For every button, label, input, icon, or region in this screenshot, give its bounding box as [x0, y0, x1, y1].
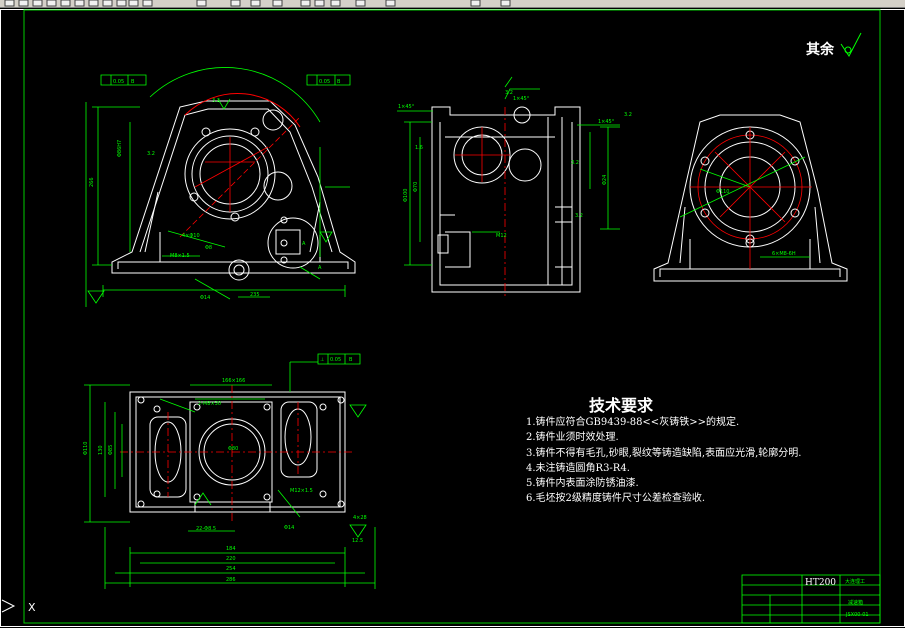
- rest-roughness-symbol: [840, 32, 862, 57]
- svg-text:Φ86H7: Φ86H7: [117, 140, 123, 157]
- svg-text:2-M8×30: 2-M8×30: [198, 401, 221, 407]
- print-icon[interactable]: [46, 0, 57, 7]
- svg-text:⊥: ⊥: [320, 357, 324, 363]
- svg-text:Φ8: Φ8: [205, 245, 212, 251]
- svg-text:Φ80: Φ80: [228, 446, 238, 452]
- drawing-canvas[interactable]: 0.05 B 0.05 B 266 Φ86H7 3.2 235 M8×1.5 4×Φ…: [0, 7, 905, 628]
- svg-text:266: 266: [89, 177, 95, 187]
- zoom-previous-icon[interactable]: [272, 0, 283, 7]
- svg-text:Φ85: Φ85: [108, 445, 114, 455]
- ucs-x-label: X: [28, 601, 36, 614]
- svg-text:3.2: 3.2: [575, 213, 583, 219]
- section-view: 1×45° 1×45° 1×45° 3.2 Φ100 Φ70 Φ24 M12 3…: [397, 76, 632, 297]
- zoom-window-icon[interactable]: [250, 0, 261, 7]
- svg-text:4×Φ10: 4×Φ10: [182, 233, 200, 239]
- paste-icon[interactable]: [102, 0, 113, 7]
- svg-text:3.2: 3.2: [624, 112, 632, 118]
- svg-text:0.05: 0.05: [113, 79, 124, 85]
- ucs-icon: [1, 599, 16, 613]
- technical-requirements-list: 1.铸件应符合GB9439-88<<灰铸铁>>的规定. 2.铸件业须时效处理. …: [526, 415, 801, 507]
- svg-text:166×166: 166×166: [222, 378, 245, 384]
- technical-requirements-title: 技术要求: [589, 396, 654, 415]
- sheet-border: [0, 9, 905, 627]
- svg-text:4×28: 4×28: [353, 515, 367, 521]
- undo-icon[interactable]: [128, 0, 139, 7]
- svg-text:M12: M12: [496, 233, 507, 239]
- svg-text:6×M8-6H: 6×M8-6H: [772, 251, 796, 257]
- redo-icon[interactable]: [142, 0, 153, 7]
- svg-text:3.2: 3.2: [571, 160, 579, 166]
- requirement-item: 3.铸件不得有毛孔,砂眼,裂纹等铸造缺陷,表面应光滑,轮廓分明.: [526, 447, 802, 459]
- top-view: 166×166 2-M8×30 Φ110 130 Φ85 184 220 254…: [83, 353, 376, 589]
- tool-palettes-icon[interactable]: [330, 0, 341, 7]
- svg-text:254: 254: [226, 566, 236, 572]
- new-icon[interactable]: [4, 0, 15, 7]
- svg-text:Φ100: Φ100: [403, 189, 409, 202]
- help-icon[interactable]: [500, 0, 511, 7]
- svg-text:235: 235: [250, 292, 260, 298]
- front-view: 0.05 B 0.05 B 266 Φ86H7 3.2 235 M8×1.5 4×Φ…: [85, 67, 356, 307]
- requirement-item: 2.铸件业须时效处理.: [526, 432, 619, 444]
- zoom-icon[interactable]: [230, 0, 241, 7]
- svg-text:A: A: [318, 265, 322, 271]
- svg-text:Φ110: Φ110: [716, 189, 729, 195]
- svg-text:0.05: 0.05: [319, 79, 330, 85]
- requirement-item: 1.铸件应符合GB9439-88<<灰铸铁>>的规定.: [526, 417, 740, 428]
- preview-icon[interactable]: [60, 0, 71, 7]
- properties-icon[interactable]: [300, 0, 311, 7]
- svg-text:1.6: 1.6: [415, 145, 423, 151]
- svg-text:Φ14: Φ14: [200, 295, 210, 301]
- drawing-frame: [23, 9, 881, 624]
- svg-text:1×45°: 1×45°: [598, 119, 615, 125]
- svg-text:Φ70: Φ70: [413, 182, 419, 192]
- requirement-item: 6.毛坯按2级精度铸件尺寸公差检查验收.: [526, 493, 706, 505]
- svg-text:B: B: [131, 79, 135, 85]
- requirement-item: 4.未注铸造圆角R3-R4.: [526, 462, 630, 474]
- svg-text:286: 286: [226, 577, 236, 583]
- svg-text:Φ24: Φ24: [602, 175, 608, 185]
- svg-text:130: 130: [98, 445, 104, 455]
- svg-text:A: A: [302, 241, 306, 247]
- svg-text:Φ14: Φ14: [284, 525, 294, 531]
- rest-roughness-label: 其余: [806, 42, 834, 58]
- svg-text:JSX00-01: JSX00-01: [845, 612, 869, 618]
- svg-text:3.2: 3.2: [147, 151, 155, 157]
- title-block-text: 大连理工 减速箱 JSX00-01: [845, 578, 869, 618]
- svg-text:减速箱: 减速箱: [848, 599, 863, 606]
- title-block-material: HT200: [805, 578, 837, 588]
- svg-text:22-Φ8.5: 22-Φ8.5: [196, 526, 216, 532]
- svg-text:B: B: [349, 357, 353, 363]
- svg-text:12.5: 12.5: [352, 538, 363, 544]
- copy-icon[interactable]: [88, 0, 99, 7]
- svg-text:1×45°: 1×45°: [398, 104, 415, 110]
- design-center-icon[interactable]: [314, 0, 325, 7]
- requirement-item: 5.铸件内表面涂防锈油漆.: [526, 478, 639, 490]
- open-icon[interactable]: [18, 0, 29, 7]
- svg-text:1×45°: 1×45°: [513, 96, 530, 102]
- svg-text:M8×1.5: M8×1.5: [170, 253, 190, 259]
- side-view: 6×M8-6H Φ110: [653, 114, 848, 282]
- svg-text:220: 220: [226, 556, 236, 562]
- match-icon[interactable]: [116, 0, 127, 7]
- sheet-set-icon[interactable]: [355, 0, 366, 7]
- pan-icon[interactable]: [196, 0, 207, 7]
- markup-icon[interactable]: [385, 0, 396, 7]
- svg-text:0.05: 0.05: [330, 357, 341, 363]
- svg-text:M12×1.5: M12×1.5: [290, 488, 313, 494]
- svg-text:3.2: 3.2: [212, 98, 220, 104]
- cut-icon[interactable]: [74, 0, 85, 7]
- save-icon[interactable]: [32, 0, 43, 7]
- svg-text:大连理工: 大连理工: [845, 578, 865, 585]
- svg-text:3.2: 3.2: [505, 90, 513, 96]
- calc-icon[interactable]: [470, 0, 481, 7]
- svg-text:B: B: [337, 79, 341, 85]
- svg-text:184: 184: [226, 546, 236, 552]
- svg-text:Φ110: Φ110: [83, 442, 89, 455]
